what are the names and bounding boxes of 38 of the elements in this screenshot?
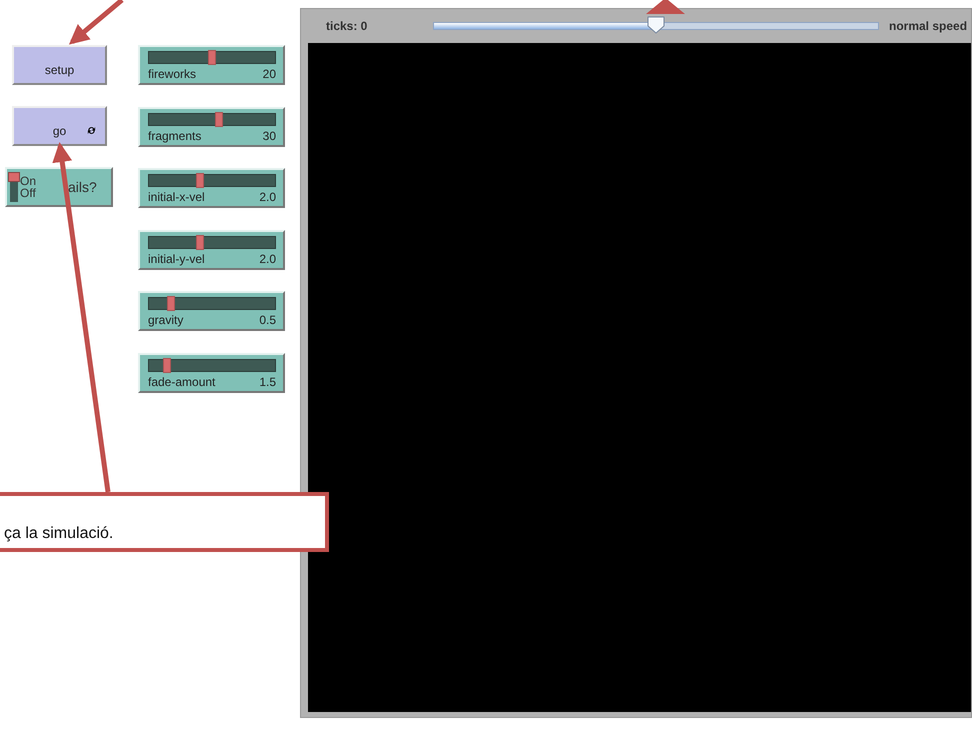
setup-button[interactable]: setup [12, 45, 107, 85]
switch-lever[interactable] [10, 172, 18, 202]
speed-slider[interactable] [433, 16, 879, 36]
slider-track[interactable] [148, 236, 276, 248]
slider-track[interactable] [148, 112, 276, 126]
slider-label: fireworks [148, 67, 196, 81]
slider-label: gravity [148, 313, 184, 327]
speed-label: normal speed [889, 19, 968, 33]
slider-value: 2.0 [259, 252, 276, 266]
slider-value: 1.5 [259, 374, 276, 388]
go-button[interactable]: go [12, 106, 107, 146]
arrow-head [646, 0, 685, 14]
slider-thumb[interactable] [163, 358, 172, 372]
slider-thumb[interactable] [166, 296, 175, 311]
slider-thumb[interactable] [196, 173, 204, 188]
annotation-arrow [68, 0, 124, 45]
slider-track[interactable] [148, 297, 276, 310]
switch-label: ails? [68, 179, 97, 195]
off-label: Off [20, 187, 36, 199]
slider-thumb[interactable] [215, 112, 224, 126]
toggle-switch[interactable]: On Off ails? [5, 167, 113, 207]
speed-thumb[interactable] [647, 16, 665, 34]
slider-label: fade-amount [148, 374, 216, 388]
slider-track[interactable] [148, 51, 276, 64]
on-label: On [20, 175, 36, 187]
slider-label: fragments [148, 128, 202, 142]
callout-text: ça la simulació. [4, 525, 114, 542]
slider-thumb[interactable] [208, 50, 216, 65]
slider-thumb[interactable] [196, 234, 204, 250]
slider-value: 2.0 [259, 190, 276, 204]
slider-label: initial-y-vel [148, 252, 205, 266]
slider-track[interactable] [148, 358, 276, 372]
ticks-counter: ticks: 0 [325, 19, 368, 33]
slider-track[interactable] [148, 174, 276, 187]
slider-value: 0.5 [259, 313, 276, 327]
slider-value: 20 [262, 67, 276, 81]
slider-value: 30 [262, 128, 276, 142]
slider-label: initial-x-vel [148, 190, 205, 204]
